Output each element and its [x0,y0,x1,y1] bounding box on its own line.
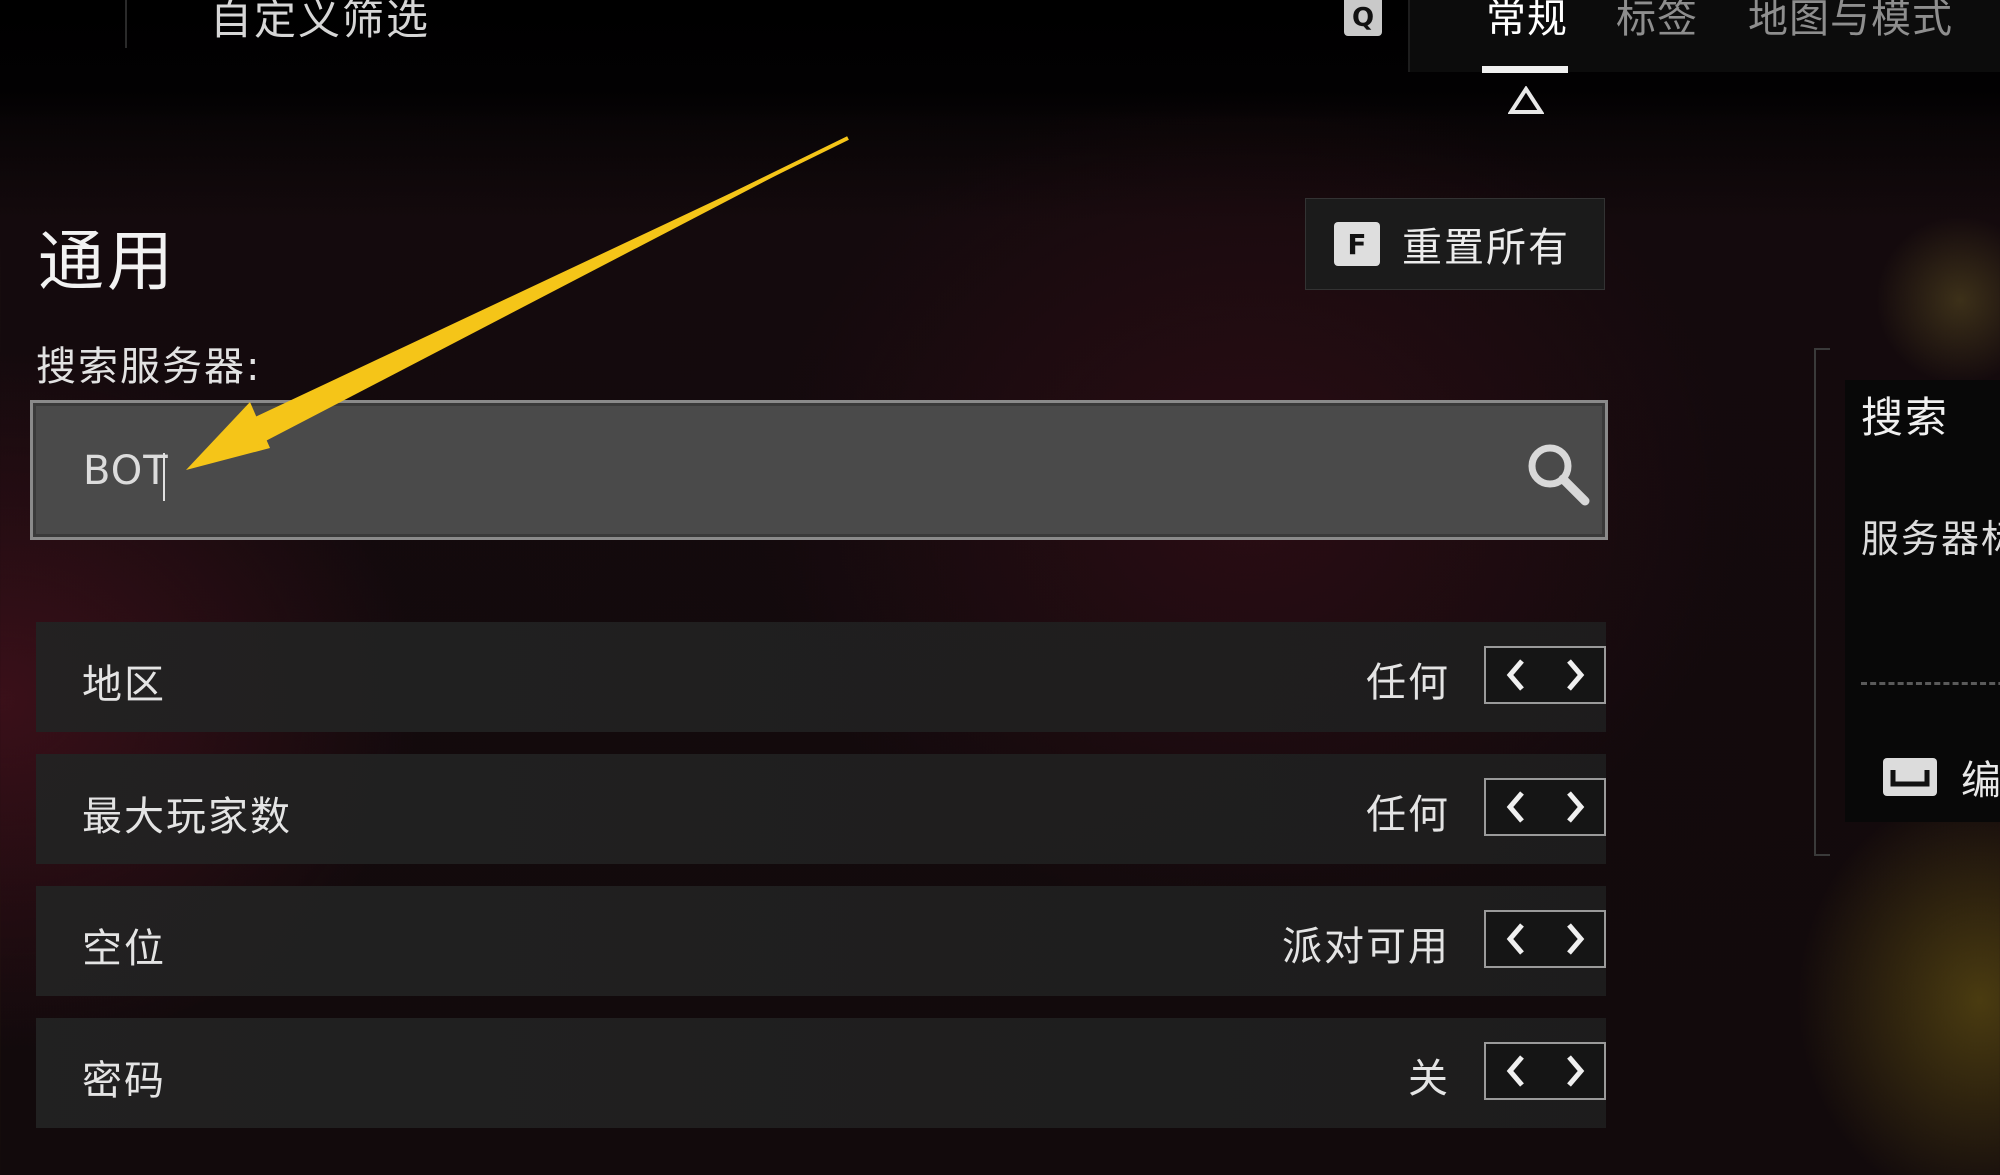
chevron-right-icon[interactable] [1557,787,1593,827]
filter-label: 最大玩家数 [82,794,292,840]
chevron-left-icon[interactable] [1498,655,1534,695]
reset-all-button[interactable]: F 重置所有 [1305,198,1605,290]
value-stepper [1484,778,1606,836]
triangle-up-icon [1508,86,1544,114]
chevron-left-icon[interactable] [1498,787,1534,827]
filter-label: 地区 [82,662,166,708]
filter-row-free-slots: 空位 派对可用 [36,886,1606,996]
search-icon[interactable] [1523,439,1593,509]
tab-bar: 常规 标签 地图与模式 [1408,0,2000,72]
side-panel: 搜索 服务器标 编 [1845,380,2000,822]
filter-value: 任何 [1366,660,1450,706]
side-panel-bracket [1814,348,1830,856]
search-box[interactable] [30,400,1608,540]
side-panel-divider [1861,682,2000,685]
active-tab-underline [1482,66,1568,73]
search-label: 搜索服务器: [36,344,262,390]
page-heading: 自定义筛选 [210,0,431,44]
edit-label: 编 [1961,758,2000,804]
top-bar: 自定义筛选 Q 常规 标签 地图与模式 [0,0,2000,120]
filter-row-max-players: 最大玩家数 任何 [36,754,1606,864]
filter-label: 密码 [82,1058,166,1104]
chevron-right-icon[interactable] [1557,1051,1593,1091]
filter-row-password: 密码 关 [36,1018,1606,1128]
value-stepper [1484,646,1606,704]
top-divider [125,0,127,48]
reset-all-label: 重置所有 [1402,225,1570,271]
search-input[interactable] [83,433,1403,509]
chevron-right-icon[interactable] [1557,655,1593,695]
value-stepper [1484,910,1606,968]
chevron-left-icon[interactable] [1498,919,1534,959]
value-stepper [1484,1042,1606,1100]
tab-general[interactable]: 常规 [1486,0,1568,44]
text-caret [163,453,165,501]
chevron-right-icon[interactable] [1557,919,1593,959]
chevron-left-icon[interactable] [1498,1051,1534,1091]
side-panel-title: 搜索 [1861,393,1950,442]
filter-label: 空位 [82,926,166,972]
filter-row-region: 地区 任何 [36,622,1606,732]
annotation-arrow [186,136,849,470]
tab-maps-and-modes[interactable]: 地图与模式 [1748,0,1953,44]
filter-value: 任何 [1366,792,1450,838]
tab-tags[interactable]: 标签 [1616,0,1698,44]
filter-value: 关 [1408,1056,1450,1102]
keyboard-key-icon [1883,758,1937,796]
edit-button[interactable]: 编 [1883,748,2000,806]
filter-value: 派对可用 [1282,924,1450,970]
key-hint-f: F [1334,222,1380,266]
side-panel-subtitle: 服务器标 [1861,517,2000,561]
section-title: 通用 [38,223,176,300]
key-hint-q: Q [1344,0,1382,36]
